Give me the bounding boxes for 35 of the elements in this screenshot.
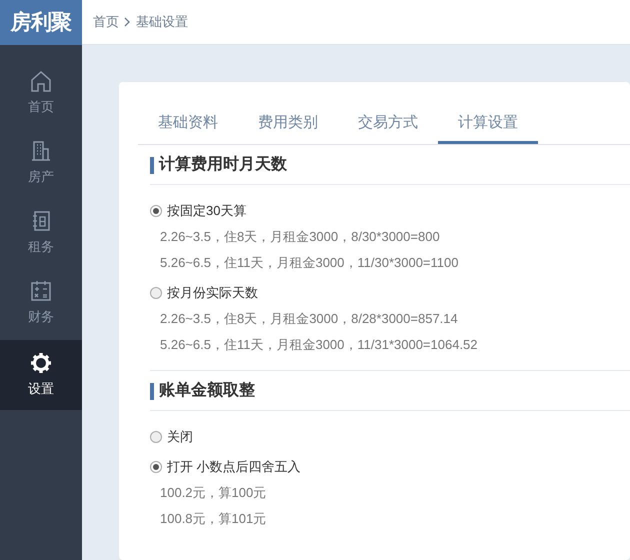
- sidebar-item[interactable]: 首页: [0, 58, 82, 128]
- logo: 房利聚: [10, 10, 72, 36]
- building-icon: [29, 139, 53, 164]
- heading-accent-bar: [150, 382, 154, 400]
- section-heading: 计算费用时月天数: [159, 154, 287, 175]
- sidebar-item[interactable]: 设置: [0, 340, 82, 410]
- example-text: 5.26~6.5，住11天，月租金3000，11/31*3000=1064.52: [159, 336, 479, 354]
- tab[interactable]: 费用类别: [238, 102, 338, 144]
- option-label: 按月份实际天数: [167, 284, 258, 302]
- example-text: 2.26~3.5，住8天，月租金3000，8/30*3000=800: [159, 228, 441, 246]
- radio-button[interactable]: [150, 287, 162, 299]
- option-label: 按固定30天算: [167, 202, 246, 220]
- radio-button[interactable]: [150, 431, 162, 443]
- tab[interactable]: 计算设置: [438, 102, 538, 144]
- example-text: 2.26~3.5，住8天，月租金3000，8/28*3000=857.14: [159, 310, 459, 328]
- sidebar-item[interactable]: 租务: [0, 198, 82, 268]
- breadcrumb-current: 基础设置: [136, 13, 188, 32]
- heading-accent-bar: [150, 156, 154, 174]
- sidebar-item[interactable]: 财务: [0, 268, 82, 338]
- example-text: 5.26~6.5，住11天，月租金3000，11/30*3000=1100: [159, 254, 460, 272]
- settings-icon: [29, 351, 53, 376]
- sidebar-item[interactable]: 房产: [0, 128, 82, 198]
- tab[interactable]: 交易方式: [338, 102, 438, 144]
- example-text: 100.8元，算101元: [159, 510, 268, 528]
- radio-button[interactable]: [150, 461, 162, 473]
- calculator-icon: [29, 279, 53, 304]
- option-label: 打开 小数点后四舍五入: [167, 458, 301, 476]
- radio-button[interactable]: [150, 205, 162, 217]
- house-icon: [29, 69, 53, 94]
- chevron-icon: [124, 17, 131, 27]
- section-heading: 账单金额取整: [159, 380, 255, 401]
- tab[interactable]: 基础资料: [138, 102, 238, 144]
- example-text: 100.2元，算100元: [159, 484, 268, 502]
- breadcrumb-link[interactable]: 首页: [93, 12, 119, 32]
- option-label: 关闭: [167, 428, 193, 446]
